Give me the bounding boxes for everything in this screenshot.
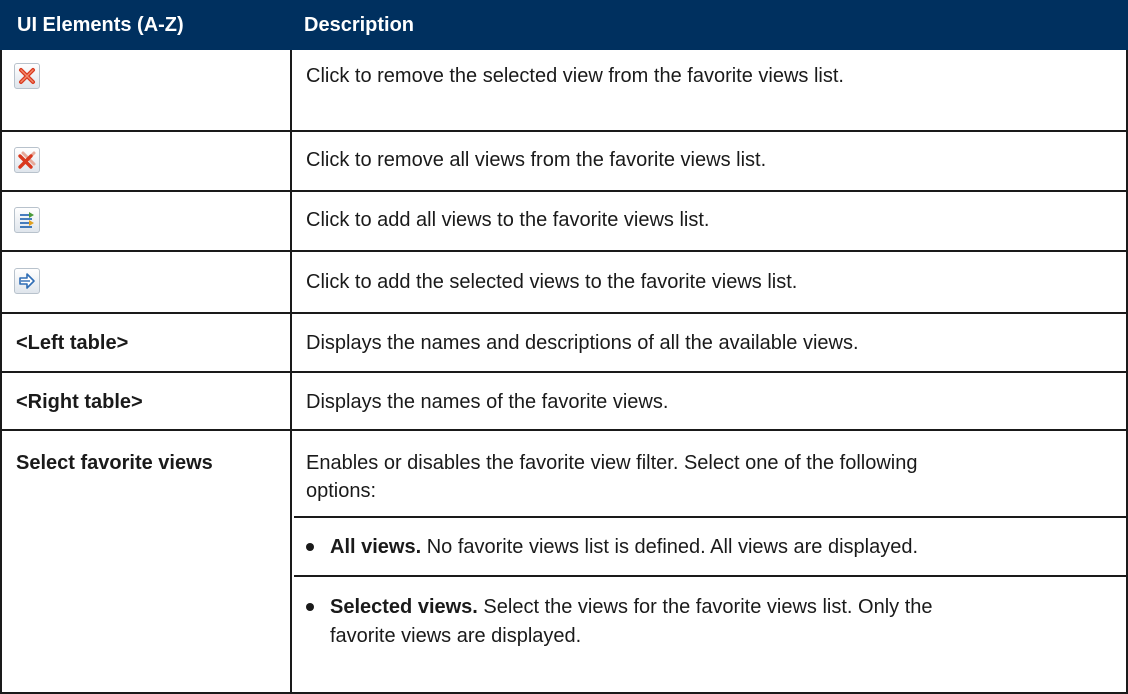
header-description: Description [304,14,415,36]
row-description-line: options: [306,480,377,502]
row-label: <Left table> [16,332,129,354]
table-row: <Right table> Displays the names of the … [0,373,1128,431]
remove-selected-icon [14,63,40,89]
table-header: UI Elements (A-Z) Description [0,0,1128,50]
option-all-views: All views. No favorite views list is def… [330,536,919,558]
row-description: Click to add all views to the favorite v… [306,209,710,231]
divider [294,516,1126,518]
row-description: Click to add the selected views to the f… [306,271,798,293]
table-row: Select favorite views Enables or disable… [0,431,1128,694]
add-all-icon [14,207,40,233]
ui-elements-table: UI Elements (A-Z) Description Click to r… [0,0,1128,694]
table-row: Click to add all views to the favorite v… [0,192,1128,252]
row-description-line: Enables or disables the favorite view fi… [306,452,918,474]
add-selected-icon [14,268,40,294]
row-description: Click to remove all views from the favor… [306,149,767,171]
table-row: Click to remove the selected view from t… [0,50,1128,132]
option-selected-views-cont: favorite views are displayed. [330,625,582,647]
row-label: <Right table> [16,391,143,413]
bullet-icon [306,543,314,551]
row-description: Displays the names and descriptions of a… [306,332,859,354]
row-description: Displays the names of the favorite views… [306,391,669,413]
row-description: Click to remove the selected view from t… [306,65,844,87]
remove-all-icon [14,147,40,173]
header-ui-elements: UI Elements (A-Z) [17,14,184,36]
divider [294,575,1126,577]
table-row: <Left table> Displays the names and desc… [0,314,1128,373]
table-row: Click to add the selected views to the f… [0,252,1128,314]
bullet-icon [306,603,314,611]
option-selected-views: Selected views. Select the views for the… [330,596,933,618]
row-label: Select favorite views [16,452,213,474]
table-row: Click to remove all views from the favor… [0,132,1128,192]
